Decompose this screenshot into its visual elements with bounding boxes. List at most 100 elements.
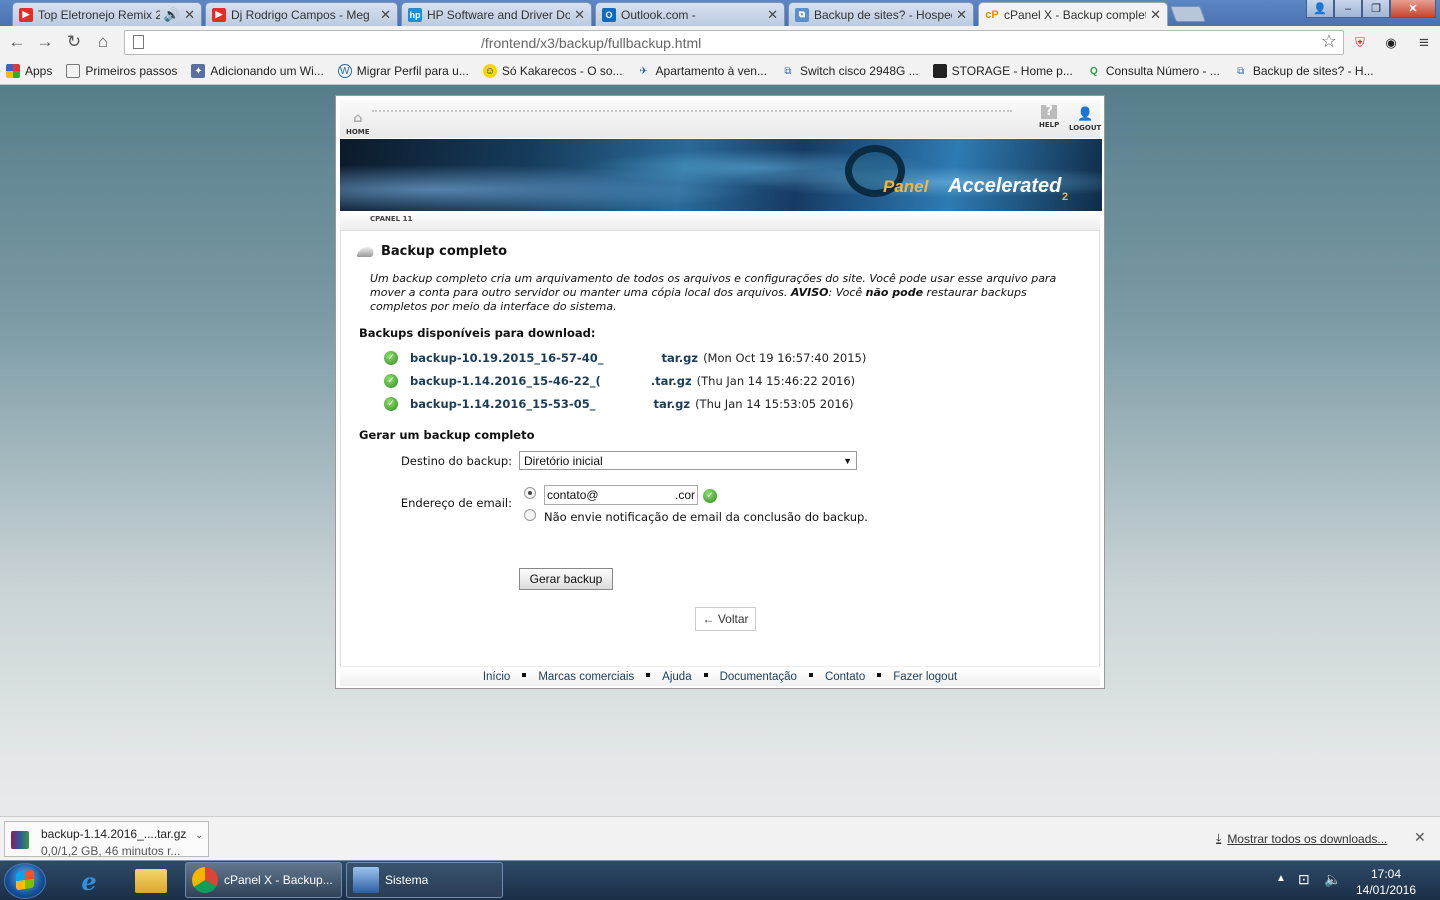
start-button[interactable] — [4, 863, 46, 899]
bookmark-item[interactable]: ✦ Adicionando um Wi... — [191, 64, 324, 78]
check-icon: ✓ — [384, 351, 398, 365]
task-chrome[interactable]: cPanel X - Backup... — [185, 862, 342, 898]
tab-outlook[interactable]: O Outlook.com - ✕ — [595, 2, 785, 26]
close-window-icon[interactable]: ✕ — [1390, 0, 1436, 18]
back-button[interactable]: ← Voltar — [695, 607, 756, 631]
footer-link-logout[interactable]: Fazer logout — [893, 671, 957, 683]
footer-link-ajuda[interactable]: Ajuda — [662, 671, 691, 683]
footer-link-inicio[interactable]: Início — [483, 671, 511, 683]
youtube-icon: ▶ — [19, 7, 33, 22]
no-email-radio[interactable] — [524, 509, 536, 521]
version-label: CPANEL 11 — [370, 215, 413, 223]
bookmark-item[interactable]: ⧉ Backup de sites? - H... — [1234, 64, 1373, 78]
clock[interactable]: 17:04 14/01/2016 — [1354, 866, 1418, 898]
clock-time: 17:04 — [1370, 867, 1402, 881]
bookmark-apps[interactable]: Apps — [6, 64, 52, 78]
link-icon: ⧉ — [1237, 65, 1245, 77]
internet-explorer-icon[interactable]: e — [64, 864, 114, 898]
close-tab-icon[interactable]: ✕ — [767, 7, 778, 23]
tab-backup-sites[interactable]: ⧉ Backup de sites? - Hosped ✕ — [788, 2, 974, 26]
tab-youtube-2[interactable]: ▶ Dj Rodrigo Campos - Meg ✕ — [205, 2, 398, 26]
network-icon[interactable]: ⊡ — [1298, 871, 1310, 888]
backup-item: ✓ backup-1.14.2016_15-46-22_(.tar.gz (Th… — [384, 374, 855, 388]
profile-icon[interactable]: 👤 — [1306, 0, 1334, 18]
cpanel-page: ⌂ HOME ? HELP 👤 LOGOUT Panel Accelerated 2 … — [335, 95, 1105, 689]
volume-icon[interactable]: 🔈 — [1324, 871, 1341, 888]
extension-shield-icon[interactable]: ⛨ — [1350, 33, 1370, 53]
separator — [703, 673, 708, 677]
backup-link-ext[interactable]: tar.gz — [653, 397, 690, 411]
address-bar[interactable]: /frontend/x3/backup/fullbackup.html ☆ — [124, 30, 1344, 55]
close-tab-icon[interactable]: ✕ — [574, 7, 585, 23]
smiley-icon: ☺ — [482, 64, 497, 78]
backup-link[interactable]: backup-10.19.2015_16-57-40_ — [410, 351, 603, 365]
speaker-icon[interactable]: 🔊 — [164, 7, 180, 23]
close-tab-icon[interactable]: ✕ — [380, 7, 391, 23]
close-tab-icon[interactable]: ✕ — [1150, 7, 1161, 23]
archive-icon — [11, 831, 29, 849]
menu-icon[interactable]: ≡ — [1414, 33, 1434, 53]
email-value: contato@ — [547, 488, 599, 502]
bookmark-star-icon[interactable]: ☆ — [1321, 31, 1337, 52]
file-explorer-icon[interactable] — [126, 864, 176, 898]
close-tab-icon[interactable]: ✕ — [956, 7, 967, 23]
back-icon[interactable]: ← — [6, 32, 28, 52]
footer-link-marcas[interactable]: Marcas comerciais — [538, 671, 634, 683]
tray-expand-icon[interactable]: ▲ — [1276, 873, 1286, 884]
task-sistema[interactable]: Sistema — [346, 862, 503, 898]
bookmark-label: STORAGE - Home p... — [951, 64, 1073, 78]
reload-icon[interactable]: ↻ — [63, 32, 85, 52]
bookmark-item[interactable]: ☺ Só Kakarecos - O so... — [482, 64, 623, 78]
backup-link-ext[interactable]: .tar.gz — [651, 374, 692, 388]
check-icon: ✓ — [384, 397, 398, 411]
download-item[interactable]: backup-1.14.2016_....tar.gz 0,0/1,2 GB, … — [4, 821, 209, 858]
show-all-label: Mostrar todos os downloads... — [1227, 831, 1388, 846]
dropdown-arrow-icon: ▼ — [843, 455, 852, 466]
show-all-downloads[interactable]: ⤓ Mostrar todos os downloads... — [1216, 831, 1387, 846]
email-notify-radio[interactable] — [524, 487, 536, 499]
footer-link-documentacao[interactable]: Documentação — [720, 671, 797, 683]
bookmark-item[interactable]: W Migrar Perfil para u... — [337, 64, 469, 78]
download-bar: backup-1.14.2016_....tar.gz 0,0/1,2 GB, … — [0, 816, 1440, 860]
system-icon — [353, 867, 379, 893]
email-field[interactable]: contato@ .cor — [544, 485, 698, 505]
page-title-text: Backup completo — [381, 244, 508, 259]
task-label: Sistema — [385, 873, 429, 887]
email-value-domain: .cor — [674, 488, 695, 502]
bookmark-item[interactable]: ⧉ Switch cisco 2948G ... — [781, 64, 918, 78]
tab-title: Top Eletronejo Remix 2 — [38, 7, 160, 22]
window-controls: 👤 – ❐ ✕ — [1306, 0, 1436, 18]
forward-icon[interactable]: → — [34, 32, 56, 52]
close-tab-icon[interactable]: ✕ — [184, 7, 195, 23]
bookmark-item[interactable]: STORAGE - Home p... — [932, 64, 1073, 78]
nav-home[interactable]: ⌂ HOME — [346, 112, 370, 137]
tab-title: Dj Rodrigo Campos - Meg — [231, 7, 370, 22]
footer-link-contato[interactable]: Contato — [825, 671, 865, 683]
bookmark-item[interactable]: Primeiros passos — [66, 64, 177, 78]
maximize-icon[interactable]: ❐ — [1362, 0, 1390, 18]
bookmark-item[interactable]: ✈ Apartamento à ven... — [637, 64, 767, 78]
destination-select[interactable]: Diretório inicial ▼ — [519, 451, 857, 470]
tab-hp[interactable]: hp HP Software and Driver Do ✕ — [401, 2, 592, 26]
bookmark-label: Só Kakarecos - O so... — [501, 64, 623, 78]
backup-link-ext[interactable]: tar.gz — [661, 351, 698, 365]
backup-link[interactable]: backup-1.14.2016_15-46-22_( — [410, 374, 601, 388]
new-tab-button[interactable] — [1170, 6, 1206, 22]
separator — [522, 673, 527, 677]
close-icon[interactable]: ✕ — [1414, 829, 1426, 846]
clock-date: 14/01/2016 — [1355, 883, 1417, 897]
nav-logout[interactable]: 👤 LOGOUT — [1069, 108, 1101, 133]
home-icon[interactable]: ⌂ — [92, 32, 114, 52]
nav-help[interactable]: ? HELP — [1039, 105, 1059, 130]
generate-backup-button[interactable]: Gerar backup — [519, 568, 613, 590]
desc-emphasis: não pode — [865, 286, 924, 299]
minimize-icon[interactable]: – — [1334, 0, 1362, 18]
page-icon — [66, 64, 81, 78]
chevron-down-icon[interactable]: ⌄ — [195, 830, 203, 841]
tab-youtube-1[interactable]: ▶ Top Eletronejo Remix 2 🔊 ✕ — [12, 2, 202, 26]
storage-icon — [932, 64, 947, 78]
backup-link[interactable]: backup-1.14.2016_15-53-05_ — [410, 397, 595, 411]
tab-cpanel[interactable]: cP cPanel X - Backup complet ✕ — [978, 2, 1168, 26]
bookmark-item[interactable]: Q Consulta Número - ... — [1087, 64, 1220, 78]
extension-icon[interactable]: ◉ — [1381, 33, 1401, 53]
